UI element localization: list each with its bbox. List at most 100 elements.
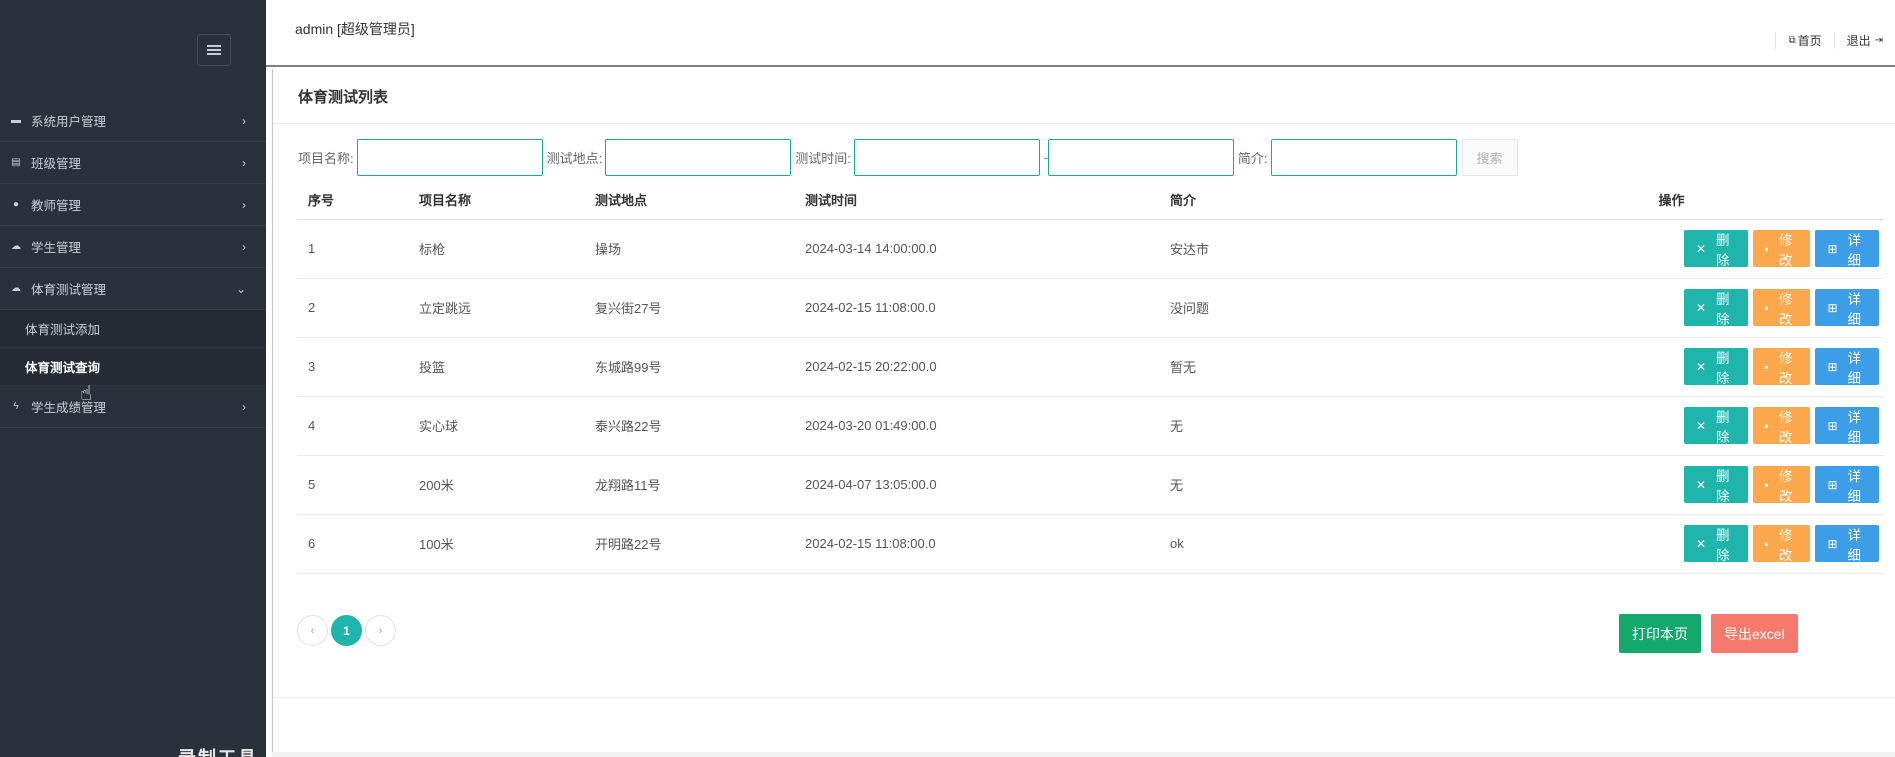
grid-icon: ⊞ [1827, 300, 1838, 315]
name-label: 项目名称: [298, 151, 354, 166]
table-row: 2 立定跳远 复兴街27号 2024-02-15 11:08:00.0 没问题 ✕ 删除 ▪ 修… [297, 278, 1884, 338]
file-icon: ▪ [1764, 477, 1769, 492]
detail-button[interactable]: ⊞ 详细 [1815, 525, 1880, 563]
table-cell: 2 [297, 278, 408, 338]
sidebar-item-system-users[interactable]: ▬ 系统用户管理 › [0, 100, 266, 142]
logout-link[interactable]: 退出 ⇥ [1833, 32, 1895, 49]
edit-button[interactable]: ▪ 修改 [1752, 348, 1811, 386]
divider [273, 123, 1895, 124]
detail-button[interactable]: ⊞ 详细 [1815, 289, 1880, 327]
table-cell: 安达市 [1159, 219, 1459, 279]
sidebar-subitem-query-test[interactable]: 体育测试查询 [0, 348, 266, 386]
actions-cell: ✕ 删除 ▪ 修改 ⊞ 详细 [1459, 455, 1884, 515]
table-cell: 2024-03-14 14:00:00.0 [794, 219, 1159, 279]
hand-cursor-icon: ☝ [80, 383, 93, 405]
file-icon: ▪ [1764, 418, 1769, 433]
export-excel-button[interactable]: 导出excel [1711, 614, 1798, 653]
sidebar-item-classes[interactable]: ▤ 班级管理 › [0, 142, 266, 184]
table-cell: 1 [297, 219, 408, 279]
table-cell: 暂无 [1159, 337, 1459, 397]
detail-button[interactable]: ⊞ 详细 [1815, 230, 1880, 268]
sidebar-item-sports-tests[interactable]: ☁ 体育测试管理 ⌄ [0, 268, 266, 310]
detail-button[interactable]: ⊞ 详细 [1815, 348, 1880, 386]
edit-button[interactable]: ▪ 修改 [1752, 230, 1811, 268]
table-cell: 2024-03-20 01:49:00.0 [794, 396, 1159, 456]
table-cell: 2024-04-07 13:05:00.0 [794, 455, 1159, 515]
delete-button[interactable]: ✕ 删除 [1684, 230, 1748, 268]
table-cell: 3 [297, 337, 408, 397]
chevron-right-icon: › [242, 400, 246, 414]
delete-button-label: 删除 [1716, 409, 1730, 445]
delete-button[interactable]: ✕ 删除 [1684, 289, 1748, 327]
globe-icon: ● [12, 199, 20, 210]
delete-button-label: 删除 [1716, 527, 1730, 563]
menu-toggle-button[interactable] [197, 34, 231, 66]
edit-button[interactable]: ▪ 修改 [1752, 525, 1811, 563]
print-page-button[interactable]: 打印本页 [1619, 614, 1701, 653]
detail-button-label: 详细 [1847, 527, 1862, 563]
pagination: ‹ 1 › [297, 615, 399, 646]
project-name-input[interactable] [356, 139, 543, 176]
sidebar-item-label: 学生成绩管理 [31, 401, 107, 415]
delete-button[interactable]: ✕ 删除 [1684, 525, 1748, 563]
delete-button-label: 删除 [1716, 468, 1730, 504]
table-cell: 200米 [408, 455, 584, 515]
prev-page-button[interactable]: ‹ [297, 615, 328, 646]
sidebar: ▬ 系统用户管理 › ▤ 班级管理 › ● 教师管理 › ☁ 学生管理 › ☁ … [0, 0, 266, 757]
delete-button[interactable]: ✕ 删除 [1684, 407, 1748, 445]
grid-icon: ⊞ [1827, 418, 1838, 433]
actions-cell: ✕ 删除 ▪ 修改 ⊞ 详细 [1459, 337, 1884, 397]
detail-button[interactable]: ⊞ 详细 [1815, 407, 1880, 445]
search-button[interactable]: 搜索 [1461, 139, 1518, 176]
home-link[interactable]: ⧉ 首页 [1775, 32, 1833, 49]
detail-button-label: 详细 [1847, 291, 1862, 327]
sidebar-item-label: 学生管理 [31, 241, 82, 255]
sidebar-item-students[interactable]: ☁ 学生管理 › [0, 226, 266, 268]
page-title: 体育测试列表 [298, 89, 389, 106]
chevron-right-icon: › [242, 240, 246, 254]
sidebar-subitem-add-test[interactable]: 体育测试添加 [0, 310, 266, 348]
close-icon: ✕ [1696, 359, 1707, 374]
chevron-right-icon: › [242, 156, 246, 170]
sidebar-menu: ▬ 系统用户管理 › ▤ 班级管理 › ● 教师管理 › ☁ 学生管理 › ☁ … [0, 100, 266, 428]
start-time-input[interactable] [853, 139, 1040, 176]
home-link-label: 首页 [1797, 34, 1822, 48]
edit-button[interactable]: ▪ 修改 [1752, 407, 1811, 445]
file-icon: ▪ [1764, 241, 1769, 256]
footer-strip [272, 752, 1895, 757]
intro-input[interactable] [1270, 139, 1457, 176]
end-time-input[interactable] [1047, 139, 1234, 176]
column-header: 操作 [1459, 180, 1884, 220]
actions-cell: ✕ 删除 ▪ 修改 ⊞ 详细 [1459, 219, 1884, 279]
test-place-input[interactable] [605, 139, 792, 176]
hamburger-icon [207, 45, 221, 55]
edit-button-label: 修改 [1778, 468, 1793, 504]
sidebar-item-grades[interactable]: ϟ 学生成绩管理 › [0, 386, 266, 428]
file-icon: ▪ [1764, 359, 1769, 374]
delete-button[interactable]: ✕ 删除 [1684, 348, 1748, 386]
detail-button-label: 详细 [1847, 350, 1862, 386]
column-header: 测试地点 [584, 180, 794, 220]
detail-button[interactable]: ⊞ 详细 [1815, 466, 1880, 504]
next-page-button[interactable]: › [365, 615, 396, 646]
close-icon: ✕ [1696, 418, 1707, 433]
edit-button[interactable]: ▪ 修改 [1752, 289, 1811, 327]
table-body: 1 标枪 操场 2024-03-14 14:00:00.0 安达市 ✕ 删除 ▪ 修改 ⊞ 详细 2 立… [297, 219, 1884, 574]
sidebar-item-teachers[interactable]: ● 教师管理 › [0, 184, 266, 226]
cloud-icon: ☁ [11, 283, 21, 294]
grid-icon: ⊞ [1827, 359, 1838, 374]
table-cell: 5 [297, 455, 408, 515]
page-1-button[interactable]: 1 [331, 615, 362, 646]
table-row: 6 100米 开明路22号 2024-02-15 11:08:00.0 ok ✕ 删除 ▪ 修改… [297, 514, 1884, 574]
delete-button[interactable]: ✕ 删除 [1684, 466, 1748, 504]
edit-button-label: 修改 [1778, 527, 1793, 563]
table-cell: 6 [297, 514, 408, 574]
home-icon: ▤ [11, 157, 21, 168]
delete-button-label: 删除 [1716, 232, 1730, 268]
edit-button[interactable]: ▪ 修改 [1752, 466, 1811, 504]
table-cell: 没问题 [1159, 278, 1459, 338]
table-cell: 无 [1159, 455, 1459, 515]
delete-button-label: 删除 [1716, 350, 1730, 386]
table-cell: 实心球 [408, 396, 584, 456]
sidebar-subitem-label: 体育测试查询 [25, 361, 101, 375]
